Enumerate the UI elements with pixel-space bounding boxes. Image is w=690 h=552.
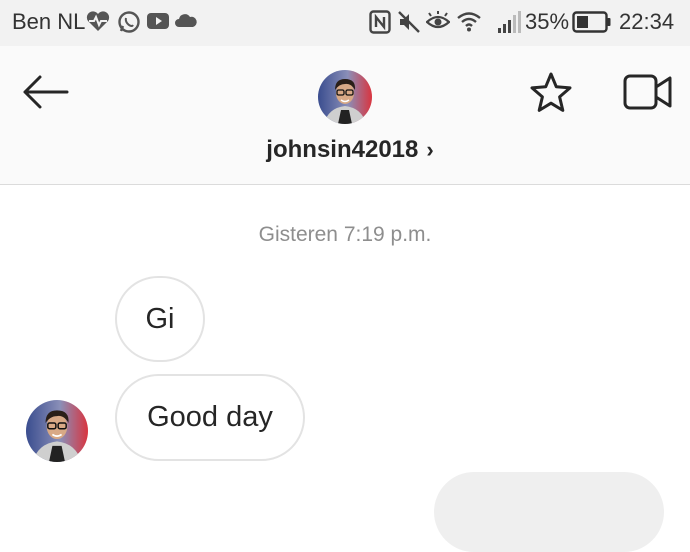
battery-icon [572,11,612,33]
video-camera-icon [623,74,672,110]
chevron-right-icon: › [426,137,434,162]
sent-message-bubble[interactable] [434,472,664,552]
whatsapp-icon [117,10,141,34]
header-avatar[interactable] [318,70,372,124]
youtube-icon [146,10,170,32]
status-bar: Ben NL 35% 22:34 [0,0,690,46]
sender-avatar[interactable] [26,400,88,462]
received-message-bubble[interactable]: Gi [115,276,205,362]
cloud-icon [174,10,198,32]
profile-photo-icon [26,400,88,462]
favorite-button[interactable] [528,70,574,116]
message-text: Good day [147,401,273,433]
battery-percent: 35% [525,9,570,34]
message-text: Gi [145,302,175,335]
username-label: johnsin42018 [266,136,419,163]
header-username[interactable]: johnsin42018 › [0,136,690,164]
eye-comfort-icon [426,10,450,32]
star-icon [530,72,572,112]
carrier-label: Ben NL [12,9,86,34]
nfc-icon [369,10,391,34]
wifi-icon [456,10,482,32]
back-button[interactable] [20,72,70,112]
video-call-button[interactable] [622,72,674,112]
profile-photo-icon [318,70,372,124]
received-message-bubble[interactable]: Good day [115,374,305,461]
cell-signal-icon [497,10,521,34]
clock-time: 22:34 [619,9,675,34]
message-timestamp: Gisteren 7:19 p.m. [258,223,432,246]
mute-icon [397,10,421,34]
heart-rate-icon [86,10,110,32]
chat-header: johnsin42018 › [0,46,690,185]
arrow-left-icon [23,75,69,109]
